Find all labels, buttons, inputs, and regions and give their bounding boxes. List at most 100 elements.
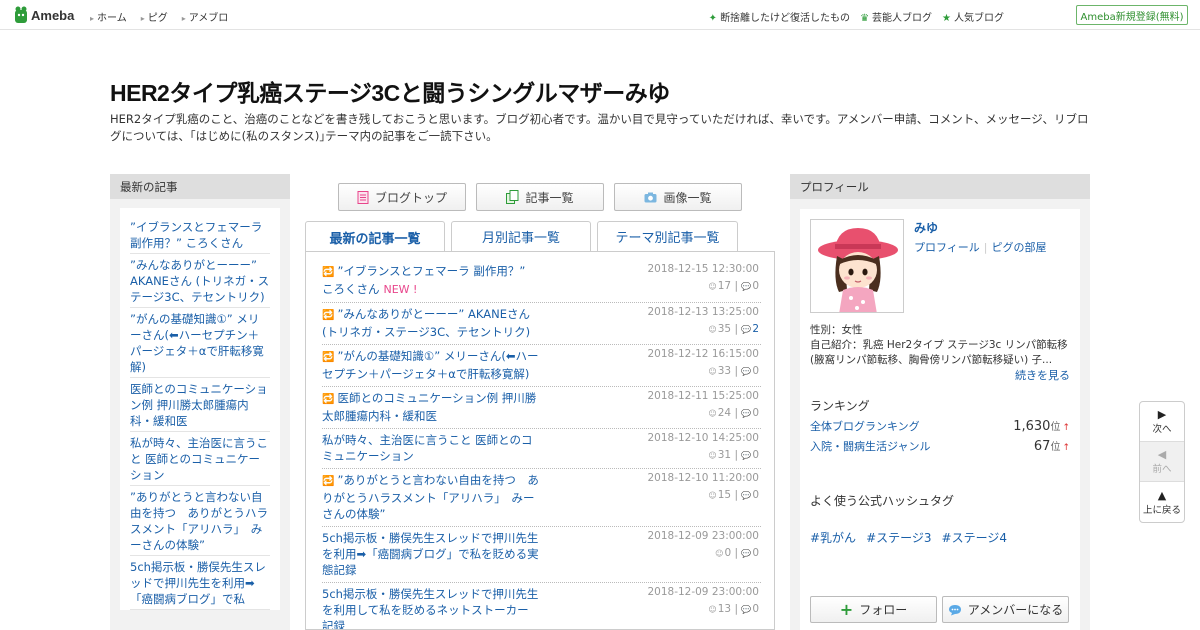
comment-icon[interactable]: 💬 (741, 605, 751, 614)
hashtag-link[interactable]: #乳がん (810, 529, 856, 546)
comment-count[interactable]: 0 (752, 547, 759, 559)
follow-button[interactable]: + フォロー (810, 596, 937, 623)
next-label: 次へ (1152, 424, 1172, 435)
back-to-top-button[interactable]: ▲ 上に戻る (1140, 482, 1184, 522)
play-icon: ▶ (1157, 408, 1167, 421)
comment-count[interactable]: 2 (752, 323, 759, 335)
read-more-link[interactable]: 続きを見る (810, 368, 1070, 383)
blog-top-button[interactable]: ブログトップ (338, 183, 466, 211)
tab-monthly[interactable]: 月別記事一覧 (451, 221, 591, 251)
nav-home[interactable]: ホーム (90, 9, 127, 24)
profile-links: プロフィール | ピグの部屋 (914, 239, 1047, 255)
list-item[interactable]: 私が時々、主治医に言うこと 医師とのコミュニケーション (130, 432, 270, 486)
rank-up-icon: ↑ (1062, 443, 1070, 453)
prev-button[interactable]: ◀ 前へ (1140, 442, 1184, 482)
prev-label: 前へ (1152, 464, 1172, 475)
list-item[interactable]: ”ありがとうと言わない自由を持つ ありがとうハラスメント「アリハラ」 みーさんの… (130, 486, 270, 556)
celebrity-blog-label: 芸能人ブログ (872, 13, 933, 24)
hashtag-list: #乳がん #ステージ3 #ステージ4 (810, 529, 1070, 546)
tab-theme[interactable]: テーマ別記事一覧 (597, 221, 738, 251)
comment-count[interactable]: 0 (752, 603, 759, 615)
comment-icon[interactable]: 💬 (741, 491, 751, 500)
blog-top-label: ブログトップ (374, 190, 447, 205)
stats-separator: | (731, 407, 742, 419)
profile-link[interactable]: プロフィール (914, 241, 980, 254)
table-row: 🔁 ”みんなありがとーーー” AKANEさん (トリネガ・ステージ3C、テセントリ… (322, 303, 761, 345)
tab-latest[interactable]: 最新の記事一覧 (305, 221, 445, 252)
article-title[interactable]: 🔁 ”イブランスとフェマーラ 副作用？” ころくさん NEW ! (322, 263, 540, 298)
comment-icon[interactable]: 💬 (741, 409, 751, 418)
comment-count[interactable]: 0 (752, 449, 759, 461)
table-row: 🔁 医師とのコミュニケーション例 押川勝太郎腫瘍内科・緩和医 2018-12-11 … (322, 387, 761, 429)
rank-up-icon: ↑ (1062, 423, 1070, 433)
image-list-button[interactable]: 画像一覧 (614, 183, 742, 211)
article-date: 2018-12-09 23:00:00 (647, 530, 759, 542)
blog-title[interactable]: HER2タイプ乳癌ステージ3Cと闘うシングルマザーみゆ (110, 74, 670, 108)
list-item[interactable]: 5ch掲示板・勝俣先生スレッドで押川先生を利用➡「癌闘病ブログ」で私 (130, 556, 270, 610)
celebrity-blog-link[interactable]: ♛ 芸能人ブログ (860, 9, 932, 24)
article-title[interactable]: 私が時々、主治医に言うこと 医師とのコミュニケーション (322, 432, 540, 464)
comment-count[interactable]: 0 (752, 280, 759, 292)
popular-blog-link[interactable]: ★ 人気ブログ (942, 9, 1004, 24)
hashtag-link[interactable]: #ステージ4 (942, 529, 1007, 546)
ameba-logo[interactable]: Ameba (14, 6, 74, 24)
new-badge: NEW ! (383, 283, 418, 296)
comment-count[interactable]: 0 (752, 365, 759, 377)
chat-icon (948, 604, 961, 615)
ranking-label[interactable]: 入院・闘病生活ジャンル (810, 438, 930, 454)
table-row: 🔁 ”ありがとうと言わない自由を持つ ありがとうハラスメント「アリハラ」 みーさん… (322, 469, 761, 527)
article-title[interactable]: 🔁 ”ありがとうと言わない自由を持つ ありがとうハラスメント「アリハラ」 みーさん… (322, 472, 540, 522)
nav-ameblo[interactable]: アメブロ (182, 9, 229, 24)
ranking-label[interactable]: 全体ブログランキング (810, 418, 920, 434)
table-row: 5ch掲示板・勝俣先生スレッドで押川先生を利用➡「癌闘病ブログ」で私を貶める実態… (322, 527, 761, 583)
main-content: ブログトップ 記事一覧 画像一覧 最新の記事一覧 月別記事一覧 テーマ別記事一覧… (305, 174, 775, 630)
reblog-icon: 🔁 (322, 267, 335, 278)
profile-gender: 性別：女性 (810, 324, 863, 336)
comment-count[interactable]: 0 (752, 489, 759, 501)
article-title[interactable]: 🔁 ”がんの基礎知識①” メリーさん(⬅ハーセプチン＋パージェタ＋αで肝転移寛解) (322, 348, 540, 382)
profile-actions: + フォロー アメンバーになる (810, 596, 1069, 623)
nav-pig[interactable]: ピグ (141, 9, 168, 24)
article-list: 🔁 ”イブランスとフェマーラ 副作用？” ころくさん NEW ! 2018-12-15… (305, 251, 775, 630)
article-title-text: 私が時々、主治医に言うこと 医師とのコミュニケーション (322, 433, 533, 463)
comment-icon[interactable]: 💬 (741, 549, 751, 558)
comment-icon[interactable]: 💬 (741, 451, 751, 460)
list-item[interactable]: ”みんなありがとーーー” AKANEさん (トリネガ・ステージ3C、テセントリク… (130, 254, 270, 308)
profile-heading: プロフィール (790, 174, 1090, 199)
amember-label: アメンバーになる (967, 603, 1064, 617)
reblog-icon: 🔁 (322, 476, 335, 487)
stats-separator: | (731, 449, 742, 461)
topic-link-label: 断捨離したけど復活したもの (720, 13, 851, 24)
table-row: 🔁 ”がんの基礎知識①” メリーさん(⬅ハーセプチン＋パージェタ＋αで肝転移寛解)… (322, 345, 761, 387)
register-button[interactable]: Ameba新規登録(無料) (1076, 5, 1188, 25)
comment-icon[interactable]: 💬 (741, 282, 751, 291)
article-title-text: ”がんの基礎知識①” メリーさん(⬅ハーセプチン＋パージェタ＋αで肝転移寛解) (322, 349, 539, 381)
avatar[interactable] (810, 219, 904, 313)
latest-articles-panel: 最新の記事 ”イブランスとフェマーラ 副作用？” ころくさん ”みんなありがとー… (110, 174, 290, 630)
article-stats: ☺13 | 💬0 (708, 603, 759, 615)
article-title-text: ”イブランスとフェマーラ 副作用？” ころくさん (322, 264, 526, 296)
article-title[interactable]: 🔁 ”みんなありがとーーー” AKANEさん (トリネガ・ステージ3C、テセントリ… (322, 306, 540, 340)
next-button[interactable]: ▶ 次へ (1140, 402, 1184, 442)
comment-icon[interactable]: 💬 (741, 367, 751, 376)
list-item[interactable]: 医師とのコミュニケーション例 押川勝太郎腫瘍内科・緩和医 (130, 378, 270, 432)
comment-icon[interactable]: 💬 (741, 325, 751, 334)
hashtag-link[interactable]: #ステージ3 (866, 529, 931, 546)
comment-count[interactable]: 0 (752, 407, 759, 419)
amember-button[interactable]: アメンバーになる (942, 596, 1069, 623)
list-item[interactable]: ”がんの基礎知識①” メリーさん(⬅ハーセプチン＋パージェタ＋αで肝転移寛解) (130, 308, 270, 378)
pig-room-link[interactable]: ピグの部屋 (992, 241, 1047, 254)
views-icon: ☺ (708, 451, 717, 460)
table-row: 5ch掲示板・勝俣先生スレッドで押川先生を利用して私を貶めるネットストーカー記録… (322, 583, 761, 629)
article-title[interactable]: 5ch掲示板・勝俣先生スレッドで押川先生を利用➡「癌闘病ブログ」で私を貶める実態… (322, 530, 540, 578)
article-title[interactable]: 🔁 医師とのコミュニケーション例 押川勝太郎腫瘍内科・緩和医 (322, 390, 540, 424)
topic-link[interactable]: ✦ 断捨離したけど復活したもの (709, 9, 850, 24)
profile-name[interactable]: みゆ (914, 219, 938, 236)
article-title-text: 医師とのコミュニケーション例 押川勝太郎腫瘍内科・緩和医 (322, 391, 537, 423)
list-item[interactable]: ”イブランスとフェマーラ 副作用？” ころくさん (130, 216, 270, 254)
article-stats: ☺0 | 💬0 (715, 547, 759, 559)
table-row: 🔁 ”イブランスとフェマーラ 副作用？” ころくさん NEW ! 2018-12-15… (322, 260, 761, 303)
article-list-button[interactable]: 記事一覧 (476, 183, 604, 211)
article-title[interactable]: 5ch掲示板・勝俣先生スレッドで押川先生を利用して私を貶めるネットストーカー記録 (322, 586, 540, 629)
sparkle-icon: ✦ (708, 13, 718, 24)
